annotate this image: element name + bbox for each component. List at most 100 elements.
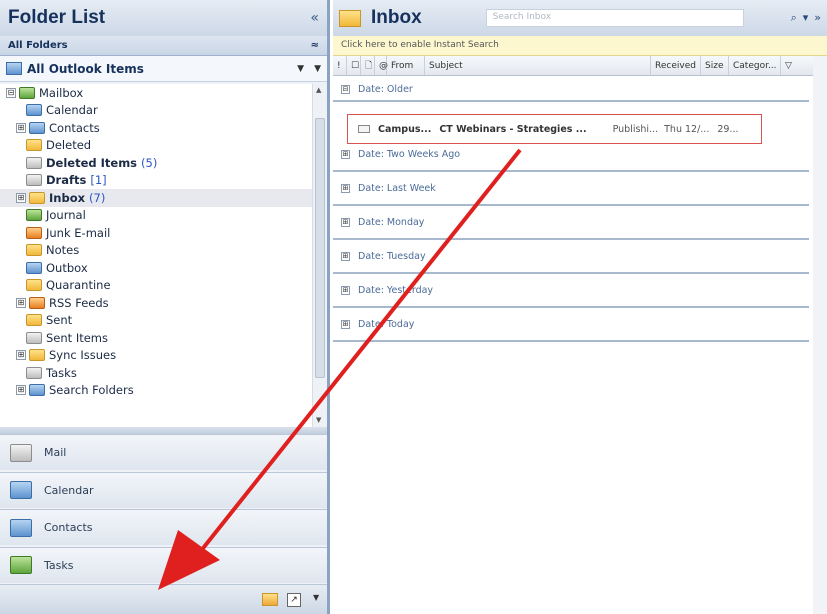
received-column[interactable]: Received bbox=[651, 56, 701, 75]
folder-item-contacts[interactable]: ⊞ Contacts bbox=[0, 119, 312, 137]
nav-tasks-button[interactable]: Tasks bbox=[0, 546, 327, 583]
date-group-header[interactable]: ⊞ Date: Tuesday bbox=[333, 240, 809, 274]
group-label: Date: Today bbox=[358, 318, 415, 330]
folder-item-drafts[interactable]: Drafts [1] bbox=[0, 172, 312, 190]
folder-item-notes[interactable]: Notes bbox=[0, 242, 312, 260]
inbox-folder-icon bbox=[339, 9, 361, 27]
mail-icon bbox=[10, 443, 32, 462]
dropdown-arrow-icon[interactable]: ▼ bbox=[297, 64, 304, 74]
folder-item-calendar[interactable]: Calendar bbox=[0, 102, 312, 120]
filter-icon[interactable]: ▽ bbox=[781, 56, 795, 75]
folder-item-outbox[interactable]: Outbox bbox=[0, 259, 312, 277]
folder-icon bbox=[26, 366, 42, 379]
nav-calendar-button[interactable]: Calendar bbox=[0, 471, 327, 508]
inbox-title: Inbox bbox=[371, 7, 422, 28]
folder-icon bbox=[19, 86, 35, 99]
folder-icon bbox=[26, 244, 42, 257]
folder-list-icon[interactable] bbox=[262, 593, 278, 606]
folder-item-quarantine[interactable]: Quarantine bbox=[0, 277, 312, 295]
expand-icon[interactable]: ⊞ bbox=[16, 350, 26, 361]
nav-mail-button[interactable]: Mail bbox=[0, 434, 327, 470]
folder-icon bbox=[29, 384, 45, 397]
folder-icon bbox=[26, 104, 42, 117]
folder-item-tasks[interactable]: Tasks bbox=[0, 364, 312, 382]
search-icon[interactable]: ⌕ bbox=[791, 11, 797, 25]
expand-icon[interactable]: ⊞ bbox=[16, 297, 26, 308]
folder-label: Contacts bbox=[49, 120, 100, 135]
date-group-header[interactable]: ⊟ Date: Older bbox=[333, 78, 809, 102]
configure-buttons-icon[interactable]: ▼ bbox=[313, 593, 319, 602]
date-group-header[interactable]: ⊞ Date: Yesterday bbox=[333, 274, 809, 308]
scroll-up-icon[interactable]: ▲ bbox=[316, 86, 321, 94]
date-group-header[interactable]: ⊞ Date: Monday bbox=[333, 206, 809, 240]
envelope-icon bbox=[358, 125, 370, 133]
search-options-icon[interactable]: ▾ bbox=[803, 11, 809, 25]
group-expand-icon[interactable]: ⊟ bbox=[341, 84, 350, 94]
folder-label: Sent Items bbox=[46, 330, 108, 345]
size-column[interactable]: Size bbox=[701, 56, 729, 75]
folder-item-deleted[interactable]: Deleted bbox=[0, 137, 312, 155]
scroll-thumb[interactable] bbox=[315, 118, 325, 378]
expand-icon[interactable]: ⊞ bbox=[16, 385, 26, 396]
expand-icon[interactable]: ⊞ bbox=[16, 192, 26, 203]
all-outlook-items-selector[interactable]: All Outlook Items ▼ ▼ bbox=[0, 56, 327, 82]
flag-column[interactable]: @ bbox=[375, 56, 388, 75]
search-input[interactable]: Search Inbox bbox=[485, 9, 744, 27]
date-group-header[interactable]: ⊞ Date: Last Week bbox=[333, 172, 809, 206]
subject-column[interactable]: Subject bbox=[425, 56, 651, 75]
expand-search-icon[interactable]: » bbox=[814, 11, 821, 25]
folder-item-search-folders[interactable]: ⊞ Search Folders bbox=[0, 382, 312, 400]
group-expand-icon[interactable]: ⊞ bbox=[341, 183, 350, 193]
folder-label: Deleted bbox=[46, 138, 92, 153]
group-expand-icon[interactable]: ⊞ bbox=[341, 149, 350, 159]
collapse-pane-button[interactable]: « bbox=[310, 10, 319, 26]
categories-column[interactable]: Categor... bbox=[729, 56, 781, 75]
folder-icon bbox=[29, 191, 45, 204]
icon-column[interactable]: ☐ bbox=[347, 56, 361, 75]
folder-label: Journal bbox=[46, 208, 86, 223]
group-expand-icon[interactable]: ⊞ bbox=[341, 217, 350, 227]
folder-label: Drafts bbox=[46, 173, 87, 188]
unread-count: [1] bbox=[90, 173, 107, 188]
tasks-icon bbox=[10, 556, 32, 574]
group-expand-icon[interactable]: ⊞ bbox=[341, 251, 350, 261]
folder-icon bbox=[26, 331, 42, 344]
all-folders-toggle-icon[interactable]: ≈ bbox=[311, 40, 319, 51]
group-expand-icon[interactable]: ⊞ bbox=[341, 285, 350, 295]
message-list-scrollbar[interactable] bbox=[813, 56, 827, 614]
folder-icon bbox=[29, 121, 45, 134]
expand-icon[interactable]: ⊟ bbox=[6, 87, 16, 98]
search-buttons: ⌕ ▾ » bbox=[791, 11, 821, 25]
folder-tree-scrollbar[interactable]: ▲ ▼ bbox=[312, 84, 327, 430]
message-list: ⊟ Date: Older ⊞ Date: Two Weeks Ago ⊞ Date: L… bbox=[333, 78, 813, 614]
importance-column[interactable]: ! bbox=[333, 56, 347, 75]
folder-icon bbox=[26, 261, 42, 274]
folder-item-sync-issues[interactable]: ⊞ Sync Issues bbox=[0, 347, 312, 365]
instant-search-bar[interactable]: Click here to enable Instant Search bbox=[333, 36, 827, 56]
all-folders-label: All Folders bbox=[8, 40, 68, 51]
folder-item-sent[interactable]: Sent bbox=[0, 312, 312, 330]
folder-item-junk-e-mail[interactable]: Junk E-mail bbox=[0, 224, 312, 242]
from-column[interactable]: From bbox=[387, 56, 425, 75]
dropdown-arrow-icon-2[interactable]: ▼ bbox=[314, 64, 321, 74]
folder-item-sent-items[interactable]: Sent Items bbox=[0, 329, 312, 347]
folder-item-inbox[interactable]: ⊞ Inbox (7) bbox=[0, 189, 312, 207]
folder-label: Deleted Items bbox=[46, 155, 138, 170]
attachment-column[interactable]: 🗋 bbox=[361, 56, 375, 75]
inbox-header: Inbox Search Inbox ⌕ ▾ » bbox=[333, 0, 827, 36]
folder-item-rss-feeds[interactable]: ⊞ RSS Feeds bbox=[0, 294, 312, 312]
folder-item-journal[interactable]: Journal bbox=[0, 207, 312, 225]
scroll-down-icon[interactable]: ▼ bbox=[316, 416, 321, 424]
group-expand-icon[interactable]: ⊞ bbox=[341, 319, 350, 329]
message-row[interactable]: Campus... CT Webinars - Strategies ... P… bbox=[347, 114, 762, 144]
folder-label: Junk E-mail bbox=[46, 225, 111, 240]
contacts-icon bbox=[10, 518, 32, 537]
date-group-header[interactable]: ⊞ Date: Today bbox=[333, 308, 809, 342]
folder-tree: ⊟ Mailbox Calendar ⊞ Contacts Deleted Deleted … bbox=[0, 84, 312, 430]
expand-icon[interactable]: ⊞ bbox=[16, 122, 26, 133]
nav-contacts-button[interactable]: Contacts bbox=[0, 509, 327, 545]
folder-item-mailbox[interactable]: ⊟ Mailbox bbox=[0, 84, 312, 102]
folder-item-deleted-items[interactable]: Deleted Items (5) bbox=[0, 154, 312, 172]
folder-label: Inbox bbox=[49, 190, 86, 205]
shortcuts-icon[interactable]: ↗ bbox=[287, 593, 301, 607]
